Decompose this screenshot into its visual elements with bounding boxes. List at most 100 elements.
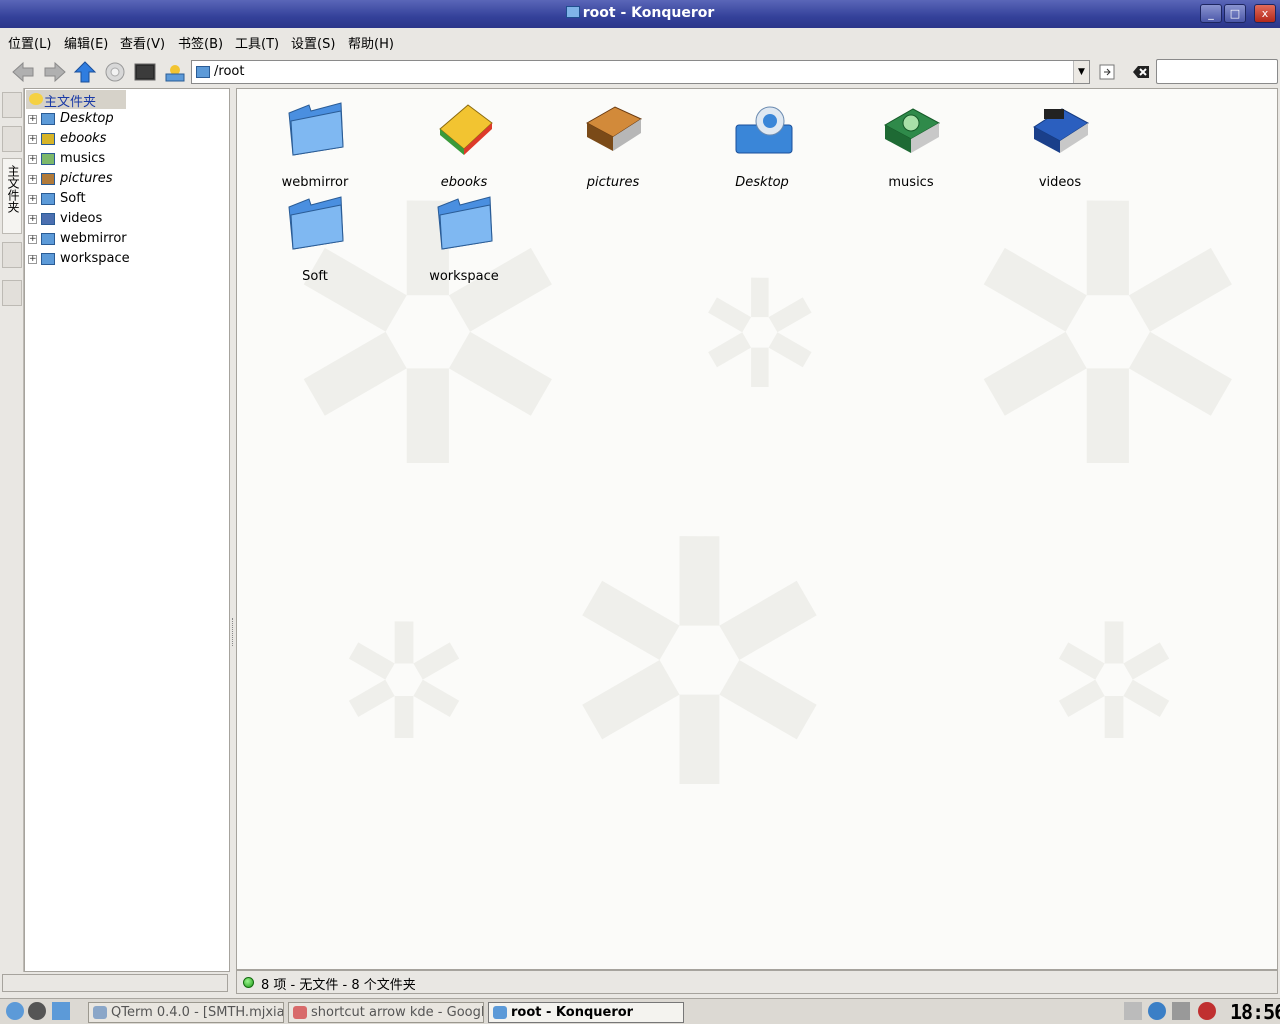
bookmarks-icon[interactable] xyxy=(2,92,22,118)
volume-icon[interactable] xyxy=(1172,1002,1190,1020)
file-item-label: webmirror xyxy=(281,175,349,190)
tree-item[interactable]: + workspace xyxy=(25,250,229,270)
menu-tools[interactable]: 工具(T) xyxy=(235,33,279,52)
tree-item[interactable]: + ebooks xyxy=(25,130,229,150)
settings-wheel-icon[interactable] xyxy=(28,1002,46,1020)
task-qterm[interactable]: QTerm 0.4.0 - [SMTH.mjxian xyxy=(88,1002,284,1023)
minimize-button[interactable]: _ xyxy=(1200,4,1222,23)
status-led-icon xyxy=(243,977,254,988)
folder-icon xyxy=(285,99,347,159)
reload-icon[interactable] xyxy=(102,60,128,84)
task-konqueror[interactable]: root - Konqueror xyxy=(488,1002,684,1023)
tree-root[interactable]: 主文件夹 xyxy=(26,90,126,110)
printer-icon[interactable] xyxy=(1124,1002,1142,1020)
menu-edit[interactable]: 编辑(E) xyxy=(64,33,108,52)
tree-item[interactable]: + Soft xyxy=(25,190,229,210)
menu-location[interactable]: 位置(L) xyxy=(8,33,51,52)
home-folder-icon[interactable] xyxy=(52,1002,70,1020)
home-sun-icon[interactable] xyxy=(162,60,188,84)
maximize-button[interactable]: □ xyxy=(1224,4,1246,23)
file-item[interactable]: pictures xyxy=(553,99,673,190)
tree-item-label: pictures xyxy=(60,171,113,186)
menu-view[interactable]: 查看(V) xyxy=(120,33,165,52)
file-item[interactable]: ebooks xyxy=(404,99,524,190)
folder-icon xyxy=(41,173,55,185)
folder-icon xyxy=(434,193,496,253)
devices-icon[interactable] xyxy=(2,126,22,152)
network-icon[interactable] xyxy=(2,280,22,306)
expand-icon[interactable]: + xyxy=(28,155,37,164)
tree-item[interactable]: + pictures xyxy=(25,170,229,190)
input-method-icon[interactable] xyxy=(1148,1002,1166,1020)
konqueror-icon xyxy=(565,6,580,18)
menu-bookmarks[interactable]: 书签(B) xyxy=(178,33,223,52)
folder-tree: 主文件夹 + Desktop + ebooks + musics + pictures + Sof… xyxy=(24,88,230,972)
file-item[interactable]: Soft xyxy=(255,193,375,284)
task-google[interactable]: shortcut arrow kde - Google xyxy=(288,1002,484,1023)
forward-arrow-icon[interactable] xyxy=(42,60,68,84)
kde-watermark: ✲ xyxy=(697,249,823,423)
file-item[interactable]: webmirror xyxy=(255,99,375,190)
expand-icon[interactable]: + xyxy=(28,115,37,124)
video-folder-icon xyxy=(1030,99,1092,159)
clear-location-icon[interactable] xyxy=(1128,60,1152,84)
konqueror-icon xyxy=(493,1006,507,1019)
tree-item-label: workspace xyxy=(60,251,130,266)
taskbar: QTerm 0.4.0 - [SMTH.mjxian shortcut arro… xyxy=(0,998,1280,1024)
title-bar[interactable]: root - Konqueror _ □ x xyxy=(0,0,1280,28)
file-item-label: videos xyxy=(1038,175,1082,190)
expand-icon[interactable]: + xyxy=(28,255,37,264)
file-item[interactable]: Desktop xyxy=(702,99,822,190)
location-bar[interactable]: /root ▼ xyxy=(191,60,1090,84)
tree-item[interactable]: + videos xyxy=(25,210,229,230)
tree-item-label: Soft xyxy=(60,191,86,206)
file-item-label: ebooks xyxy=(440,175,488,190)
status-text: 8 项 - 无文件 - 8 个文件夹 xyxy=(261,978,416,993)
file-item-label: workspace xyxy=(429,269,499,284)
tree-footer xyxy=(2,974,228,992)
desktop-folder-icon xyxy=(732,99,794,159)
menu-settings[interactable]: 设置(S) xyxy=(291,33,335,52)
tree-item-label: musics xyxy=(60,151,106,166)
terminal-icon[interactable] xyxy=(132,60,158,84)
close-button[interactable]: x xyxy=(1254,4,1276,23)
expand-icon[interactable]: + xyxy=(28,175,37,184)
tree-item-label: Desktop xyxy=(60,111,114,126)
go-button-icon[interactable] xyxy=(1094,60,1116,84)
back-arrow-icon[interactable] xyxy=(10,60,36,84)
expand-icon[interactable]: + xyxy=(28,235,37,244)
expand-icon[interactable]: + xyxy=(28,215,37,224)
folder-icon xyxy=(41,193,55,205)
expand-icon[interactable]: + xyxy=(28,195,37,204)
kde-watermark: ✲ xyxy=(957,129,1259,548)
chevron-down-icon[interactable]: ▼ xyxy=(1073,61,1089,83)
clock[interactable]: 18:56 xyxy=(1230,1000,1280,1024)
tree-item-label: ebooks xyxy=(60,131,107,146)
tree-item[interactable]: + webmirror xyxy=(25,230,229,250)
menu-help[interactable]: 帮助(H) xyxy=(348,33,394,52)
folder-icon xyxy=(41,113,55,125)
tree-item-label: videos xyxy=(60,211,103,226)
toolbar: /root ▼ xyxy=(0,56,1280,88)
tree-item[interactable]: + Desktop xyxy=(25,110,229,130)
kde-menu-icon[interactable] xyxy=(6,1002,24,1020)
tab-home-folder[interactable]: 主文件夹 xyxy=(2,158,22,234)
media-icon[interactable] xyxy=(1198,1002,1216,1020)
up-arrow-icon[interactable] xyxy=(72,60,98,84)
home-icon xyxy=(29,93,43,105)
tree-item[interactable]: + musics xyxy=(25,150,229,170)
browser-icon xyxy=(293,1006,307,1019)
file-icon-view[interactable]: ✲ ✲ ✲ ✲ ✲ ✲ webmirror ebooks pictures Deskt… xyxy=(236,88,1278,970)
folder-icon xyxy=(41,133,55,145)
file-item-label: musics xyxy=(888,175,934,190)
file-item-label: Desktop xyxy=(735,175,789,190)
history-icon[interactable] xyxy=(2,242,22,268)
file-item[interactable]: musics xyxy=(851,99,971,190)
book-folder-icon xyxy=(434,99,496,159)
expand-icon[interactable]: + xyxy=(28,135,37,144)
navigation-panel-tabs: 主文件夹 xyxy=(0,88,24,972)
file-item[interactable]: videos xyxy=(1000,99,1120,190)
file-item[interactable]: workspace xyxy=(404,193,524,284)
search-input[interactable] xyxy=(1156,59,1278,84)
location-path[interactable]: /root xyxy=(214,64,244,79)
